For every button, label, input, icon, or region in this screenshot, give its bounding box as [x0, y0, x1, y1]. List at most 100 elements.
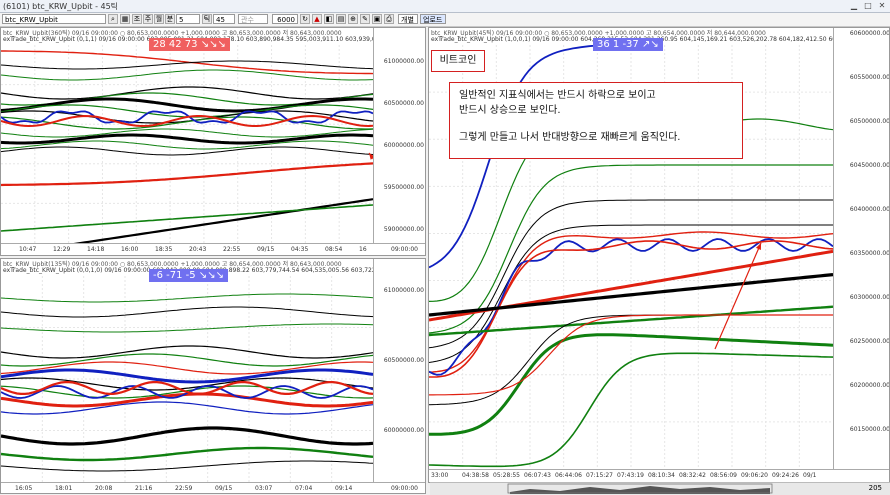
y-tick-label: 60500000.00: [383, 100, 424, 107]
scroll-preview: [507, 483, 773, 494]
indicator-icon[interactable]: ▲: [312, 14, 322, 24]
period-day-button[interactable]: 조: [132, 14, 142, 24]
period-tick-button[interactable]: 틱: [202, 14, 212, 24]
x-tick-label: 21:16: [135, 485, 153, 492]
note-line-2: 반드시 상승으로 보인다.: [459, 105, 561, 116]
trend-black: [73, 198, 373, 243]
band-line: [1, 293, 373, 303]
count-input[interactable]: 6000: [272, 14, 298, 24]
x-axis: 10:47 12:29 14:18 16:00 18:35 20:43 22:55 09/15…: [1, 243, 425, 255]
y-tick-label: 60300000.00: [849, 294, 890, 301]
x-tick-label: 08:10:34: [648, 472, 675, 479]
y-tick-label: 59500000.00: [383, 184, 424, 191]
period-select[interactable]: 45: [213, 14, 235, 24]
chart-icon[interactable]: ▦: [120, 14, 130, 24]
note-line-4: 그렇게 만들고 나서 반대방향으로 재빠르게 움직인다.: [459, 132, 681, 143]
scroll-value: 205: [868, 484, 882, 492]
minimize-button[interactable]: ▁: [848, 0, 860, 11]
trend-badge: 36 1 -37 ↗↘: [593, 38, 663, 51]
individual-button[interactable]: 개별: [398, 14, 418, 24]
y-tick-label: 60250000.00: [849, 338, 890, 345]
y-tick-label: 60200000.00: [849, 382, 890, 389]
close-button[interactable]: ✕: [876, 0, 888, 11]
x-tick-label: 07:04: [295, 485, 313, 492]
y-axis: 61000000.00 60500000.00 60000000.00 5950000…: [373, 28, 425, 255]
x-tick-label: 14:18: [87, 246, 105, 253]
x-axis: 33:00 04:38:58 05:28:55 06:07:43 06:44:06 07:…: [429, 469, 889, 482]
symbol-select[interactable]: btc_KRW_Upbit: [2, 14, 106, 24]
x-tick-label: 20:08: [95, 485, 113, 492]
period-month-button[interactable]: 월: [154, 14, 164, 24]
x-tick-label: 04:38:58: [462, 472, 489, 479]
price-plot[interactable]: [1, 276, 373, 482]
chart-pane-45tick[interactable]: btc_KRW_Upbit(45틱) 09/16 09:00:00 ○ 80,6…: [428, 27, 890, 483]
zoom-icon[interactable]: ⊕: [348, 14, 358, 24]
print-icon[interactable]: ⎙: [384, 14, 394, 24]
band-line: [1, 460, 373, 472]
price-plot[interactable]: [1, 45, 373, 243]
note-line-3: [459, 118, 742, 130]
search-icon[interactable]: ⌕: [108, 14, 118, 24]
band-line: [1, 306, 373, 318]
bitcoin-label-text: 비트코인: [439, 55, 477, 66]
chart-toolbar: btc_KRW_Upbit ⌕ ▦ 조 주 월 분 5 틱 45 관수 6000…: [0, 13, 890, 27]
x-tick-label: 05:28:55: [493, 472, 520, 479]
y-tick-label: 60000000.00: [383, 427, 424, 434]
x-tick-label: 12:29: [53, 246, 71, 253]
band-line: [1, 133, 373, 145]
y-axis: 60600000.00 60550000.00 60500000.00 6045000…: [833, 28, 890, 482]
period-week-button[interactable]: 주: [143, 14, 153, 24]
trend-badge: -6 -71 -5 ↘↘↘: [149, 269, 228, 282]
x-tick-label: 18:01: [55, 485, 73, 492]
band-line: [429, 314, 833, 406]
chart-scrollbar[interactable]: 205: [430, 482, 890, 495]
x-tick-label: 08:56:09: [710, 472, 737, 479]
save-icon[interactable]: ▣: [372, 14, 382, 24]
grid-icon[interactable]: ▤: [336, 14, 346, 24]
refresh-icon[interactable]: ↻: [300, 14, 310, 24]
x-tick-label: 09:06:20: [741, 472, 768, 479]
y-tick-label: 60000000.00: [383, 142, 424, 149]
x-tick-label: 08:32:42: [679, 472, 706, 479]
upload-button[interactable]: 업로드: [420, 14, 446, 24]
x-tick-label: 07:15:27: [586, 472, 613, 479]
y-tick-label: 59000000.00: [383, 226, 424, 233]
band-line: [1, 86, 373, 100]
trend-red: [1, 162, 373, 187]
y-tick-label: 60400000.00: [849, 206, 890, 213]
y-tick-label: 60150000.00: [849, 426, 890, 433]
x-tick-label: 04:35: [291, 246, 309, 253]
note-line-1: 일반적인 지표식에서는 반드시 하락으로 보이고: [459, 90, 656, 101]
overlay-icon[interactable]: ◧: [324, 14, 334, 24]
y-tick-label: 60600000.00: [849, 30, 890, 37]
window-titlebar: (6101) btc_KRW_Upbit - 45틱 ▁ □ ✕: [0, 0, 890, 13]
x-tick-label: 06:44:06: [555, 472, 582, 479]
field-select[interactable]: 관수: [238, 14, 268, 24]
x-tick-label: 16:05: [15, 485, 33, 492]
window-title: (6101) btc_KRW_Upbit - 45틱: [3, 2, 119, 11]
bitcoin-label: 비트코인: [431, 50, 485, 72]
trend-badge: 28 42 73 ↘↘↘: [149, 38, 230, 51]
y-tick-label: 61000000.00: [383, 287, 424, 294]
x-tick-label: 06:07:43: [524, 472, 551, 479]
bar-count-select[interactable]: 5: [176, 14, 200, 24]
draw-icon[interactable]: ✎: [360, 14, 370, 24]
annotation-arrow: [714, 242, 762, 350]
maximize-button[interactable]: □: [862, 0, 874, 11]
x-tick-label: 10:47: [19, 246, 37, 253]
y-axis: 61000000.00 60500000.00 60000000.00: [373, 259, 425, 493]
x-tick-label: 33:00: [431, 472, 449, 479]
x-tick-label: 20:43: [189, 246, 207, 253]
y-tick-label: 61000000.00: [383, 58, 424, 65]
x-last-label: 09:00:00: [391, 246, 418, 253]
chart-pane-360tick[interactable]: btc_KRW_Upbit(360틱) 09/16 09:00:00 ○ 80,…: [0, 27, 426, 256]
x-axis: 16:05 18:01 20:08 21:16 22:59 09/15 03:07 07:04…: [1, 482, 425, 493]
x-tick-label: 22:59: [175, 485, 193, 492]
y-tick-label: 60450000.00: [849, 162, 890, 169]
period-minute-button[interactable]: 분: [165, 14, 175, 24]
x-tick-label: 16:00: [121, 246, 139, 253]
band-line: [1, 401, 373, 415]
x-tick-label: 03:07: [255, 485, 273, 492]
band-line: [1, 69, 373, 81]
chart-pane-135tick[interactable]: btc_KRW_Upbit(135틱) 09/16 09:00:00 ○ 80,…: [0, 258, 426, 494]
